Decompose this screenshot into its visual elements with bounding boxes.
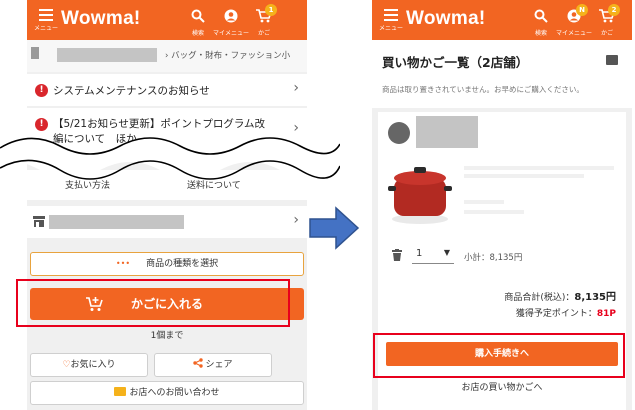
- home-icon[interactable]: [31, 47, 39, 59]
- highlight-add-to-cart: [16, 279, 290, 327]
- menu-button[interactable]: メニュー: [378, 7, 404, 32]
- cart-label: かご: [257, 30, 270, 37]
- select-variant-button[interactable]: ••• 商品の種類を選択: [30, 252, 304, 276]
- contact-card-icon: [114, 387, 127, 396]
- message-icon[interactable]: [606, 55, 618, 65]
- search-button[interactable]: 検索: [183, 8, 213, 37]
- item-subtotal: 小計：8,135円: [464, 253, 523, 263]
- search-button[interactable]: 検索: [526, 8, 556, 37]
- product-name-blurred: [464, 174, 584, 178]
- order-total: 商品合計(税込)：8,135円: [504, 288, 616, 303]
- redacted-shop-name: [49, 215, 184, 229]
- site-header: メニュー Wowma! 検索 N マイメニュー 2 かご: [372, 0, 632, 40]
- site-logo[interactable]: Wowma!: [61, 8, 141, 30]
- expected-points: 獲得予定ポイント：81P: [516, 306, 616, 319]
- chevron-down-icon: ▼: [443, 248, 450, 257]
- mymenu-button[interactable]: N マイメニュー: [556, 4, 593, 37]
- share-button[interactable]: シェア: [154, 353, 272, 377]
- site-logo[interactable]: Wowma!: [406, 8, 486, 30]
- product-option-blurred: [464, 200, 504, 204]
- cart-button[interactable]: 2 かご: [594, 4, 620, 37]
- hamburger-icon: [39, 9, 53, 21]
- product-image[interactable]: [384, 164, 456, 226]
- menu-label: メニュー: [33, 25, 58, 32]
- purchase-limit: 1個まで: [150, 331, 184, 341]
- site-header: メニュー Wowma! 検索 マイメニュー 1 かご: [27, 0, 307, 40]
- cart-count-badge: 1: [265, 4, 277, 16]
- favorite-button[interactable]: ♡お気に入り: [30, 353, 148, 377]
- search-label: 検索: [534, 30, 547, 37]
- notification-badge: N: [576, 4, 588, 16]
- hamburger-icon: [384, 9, 398, 21]
- menu-button[interactable]: メニュー: [33, 7, 59, 32]
- search-icon: [534, 9, 548, 23]
- cart-heading-block: 買い物かご一覧（2店舗） 商品は取り置きされていません。お早めにご購入ください。: [372, 40, 632, 108]
- notice-maintenance: システムメンテナンスのお知らせ: [53, 85, 210, 97]
- menu-label: メニュー: [378, 25, 403, 32]
- redacted-shop-name: [416, 116, 478, 148]
- shop-row[interactable]: ›: [27, 206, 307, 238]
- shop-cart-link[interactable]: お店の買い物かごへ: [386, 378, 618, 398]
- chevron-right-icon: ›: [293, 212, 299, 228]
- quantity-value: 1: [416, 248, 423, 259]
- cart-notice: 商品は取り置きされていません。お早めにご購入ください。: [382, 85, 584, 94]
- points-label: 獲得予定ポイント：: [515, 309, 597, 319]
- shop-icon: [388, 122, 410, 144]
- shop-cart-card: 1 ▼ 小計：8,135円 商品合計(税込)：8,135円: [378, 112, 626, 303]
- product-price-blurred: [464, 210, 524, 214]
- trash-icon[interactable]: [392, 249, 402, 261]
- favorite-label: お気に入り: [70, 360, 116, 370]
- cart-label: かご: [600, 30, 613, 37]
- cart-button[interactable]: 1 かご: [251, 4, 277, 37]
- mymenu-button[interactable]: マイメニュー: [213, 8, 249, 37]
- heart-icon: ♡: [62, 360, 71, 370]
- contact-shop-label: お店へのお問い合わせ: [129, 388, 220, 398]
- search-icon: [191, 9, 205, 23]
- breadcrumb-category[interactable]: › バッグ・財布・ファッション小: [165, 49, 290, 61]
- product-page-panel: メニュー Wowma! 検索 マイメニュー 1 かご › バッグ・財布・ファッシ…: [27, 0, 307, 410]
- mymenu-label: マイメニュー: [556, 30, 593, 37]
- shop-icon: [33, 216, 45, 227]
- torn-section-divider: [0, 137, 340, 180]
- notice-row[interactable]: ! システムメンテナンスのお知らせ ›: [27, 74, 307, 106]
- breadcrumb: › バッグ・財布・ファッション小: [27, 40, 307, 72]
- redacted-breadcrumb: [57, 48, 157, 62]
- product-name-blurred: [464, 166, 614, 170]
- quantity-select[interactable]: 1 ▼: [412, 246, 454, 264]
- warning-icon: !: [35, 84, 48, 97]
- share-label: シェア: [205, 360, 233, 370]
- search-label: 検索: [191, 30, 204, 37]
- page-title: 買い物かご一覧（2店舗）: [382, 55, 529, 70]
- cart-count-badge: 2: [608, 4, 620, 16]
- dots-icon: •••: [115, 259, 131, 268]
- user-icon: [224, 9, 238, 23]
- share-icon: [193, 358, 204, 368]
- contact-shop-button[interactable]: お店へのお問い合わせ: [30, 381, 304, 405]
- mymenu-label: マイメニュー: [213, 30, 250, 37]
- arrow-right-icon: [309, 206, 360, 250]
- select-variant-label: 商品の種類を選択: [146, 259, 219, 269]
- highlight-checkout: [373, 333, 625, 378]
- points-value: 81P: [596, 309, 616, 319]
- chevron-right-icon: ›: [293, 80, 299, 96]
